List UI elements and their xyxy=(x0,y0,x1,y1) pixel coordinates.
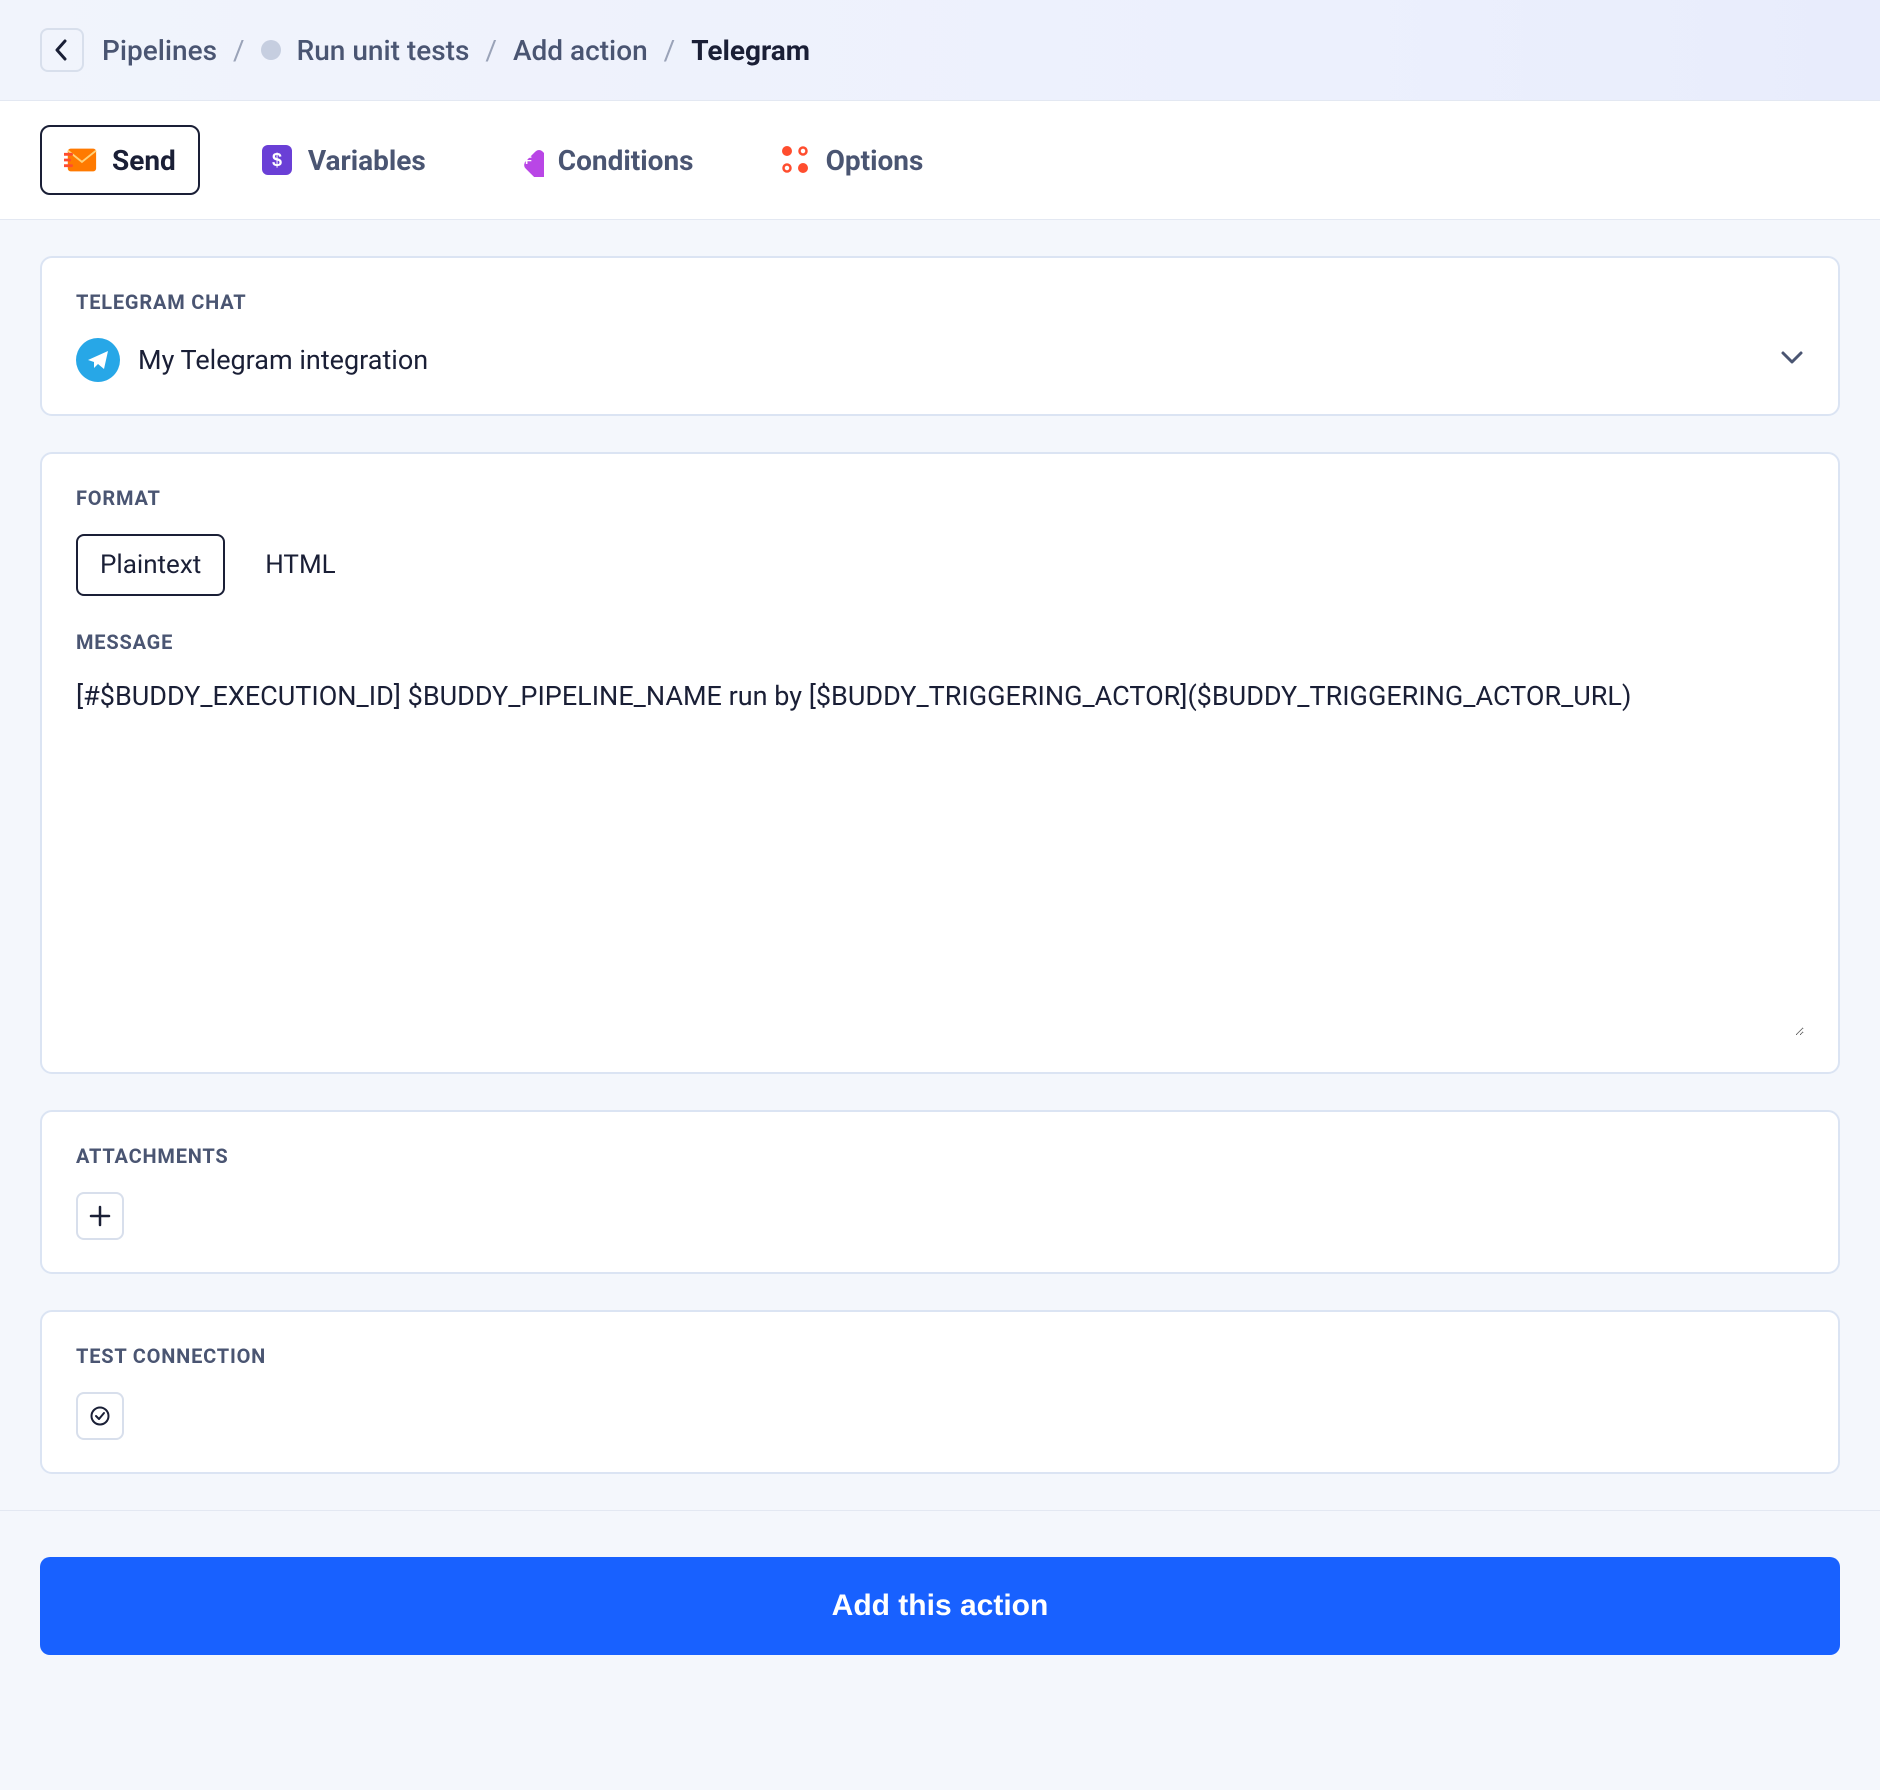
format-label: FORMAT xyxy=(76,486,1804,510)
variables-icon: $ xyxy=(260,143,294,177)
attachments-card: ATTACHMENTS xyxy=(40,1110,1840,1274)
breadcrumb: Pipelines / Run unit tests / Add action … xyxy=(102,34,810,67)
telegram-chat-value: My Telegram integration xyxy=(138,344,1762,376)
attachments-label: ATTACHMENTS xyxy=(76,1144,1804,1168)
tab-conditions[interactable]: IF Conditions xyxy=(486,125,718,195)
svg-text:IF: IF xyxy=(522,155,532,167)
breadcrumb-add-action[interactable]: Add action xyxy=(513,34,648,67)
content: TELEGRAM CHAT My Telegram integration FO… xyxy=(0,220,1880,1474)
message-textarea[interactable] xyxy=(76,676,1804,1036)
svg-text:$: $ xyxy=(272,150,282,170)
back-button[interactable] xyxy=(40,28,84,72)
breadcrumb-run-tests[interactable]: Run unit tests xyxy=(297,34,470,67)
tab-options-label: Options xyxy=(826,144,924,177)
chevron-left-icon xyxy=(54,39,70,61)
options-icon xyxy=(778,143,812,177)
check-circle-icon xyxy=(89,1405,111,1427)
breadcrumb-separator: / xyxy=(664,34,676,67)
footer: Add this action xyxy=(0,1510,1880,1701)
conditions-icon: IF xyxy=(510,143,544,177)
format-message-card: FORMAT Plaintext HTML MESSAGE xyxy=(40,452,1840,1074)
header: Pipelines / Run unit tests / Add action … xyxy=(0,0,1880,101)
plus-icon xyxy=(89,1205,111,1227)
tab-send-label: Send xyxy=(112,144,176,177)
add-action-button[interactable]: Add this action xyxy=(40,1557,1840,1655)
format-plaintext[interactable]: Plaintext xyxy=(76,534,225,596)
breadcrumb-pipelines[interactable]: Pipelines xyxy=(102,34,217,67)
add-attachment-button[interactable] xyxy=(76,1192,124,1240)
tabs: Send $ Variables IF Conditions Options xyxy=(0,101,1880,220)
message-label: MESSAGE xyxy=(76,630,1804,654)
telegram-chat-card: TELEGRAM CHAT My Telegram integration xyxy=(40,256,1840,416)
telegram-chat-select[interactable]: My Telegram integration xyxy=(76,338,1804,382)
tab-conditions-label: Conditions xyxy=(558,144,694,177)
tab-variables-label: Variables xyxy=(308,144,426,177)
status-dot-icon xyxy=(261,40,281,60)
test-connection-label: TEST CONNECTION xyxy=(76,1344,1804,1368)
format-html[interactable]: HTML xyxy=(241,534,359,596)
breadcrumb-separator: / xyxy=(233,34,245,67)
breadcrumb-current: Telegram xyxy=(691,34,810,67)
tab-options[interactable]: Options xyxy=(754,125,948,195)
chevron-down-icon xyxy=(1780,350,1804,370)
test-connection-card: TEST CONNECTION xyxy=(40,1310,1840,1474)
send-envelope-icon xyxy=(64,143,98,177)
test-connection-button[interactable] xyxy=(76,1392,124,1440)
tab-send[interactable]: Send xyxy=(40,125,200,195)
telegram-icon xyxy=(76,338,120,382)
format-options: Plaintext HTML xyxy=(76,534,1804,596)
telegram-chat-label: TELEGRAM CHAT xyxy=(76,290,1804,314)
breadcrumb-separator: / xyxy=(485,34,497,67)
tab-variables[interactable]: $ Variables xyxy=(236,125,450,195)
